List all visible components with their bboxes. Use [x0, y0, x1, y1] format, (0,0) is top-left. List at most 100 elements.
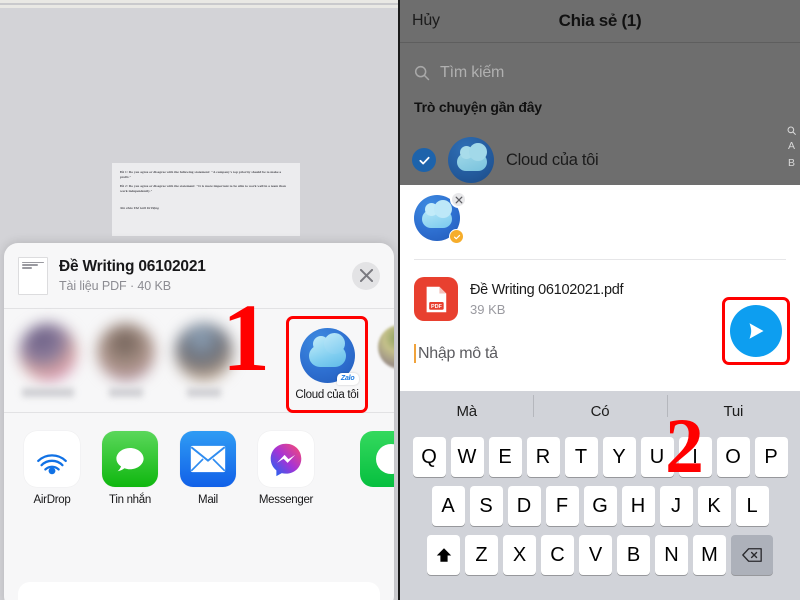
key-h[interactable]: H: [621, 486, 655, 526]
backspace-key[interactable]: [731, 535, 773, 575]
contact-item-partial[interactable]: N TO: [378, 325, 394, 402]
compose-sheet: PDF Đề Writing 06102021.pdf 39 KB Nhập m…: [400, 185, 800, 600]
file-subtitle: Tài liệu PDF · 40 KB: [59, 279, 171, 293]
app-label: Messenger: [258, 494, 314, 506]
app-item-partial[interactable]: [360, 431, 394, 487]
close-icon: [359, 269, 373, 282]
contact-label-line2: TO: [378, 390, 394, 403]
search-input[interactable]: Tìm kiếm: [414, 58, 786, 88]
share-navbar: Hủy Chia sẻ (1): [400, 0, 800, 43]
key-s[interactable]: S: [469, 486, 503, 526]
backspace-icon: [742, 548, 762, 562]
check-icon: [453, 234, 460, 239]
apps-row: AirDrop Tin nhắn Mail Messenger: [4, 413, 394, 533]
attachment-filename: Đề Writing 06102021.pdf: [470, 281, 624, 298]
share-sheet-header: Đề Writing 06102021 Tài liệu PDF · 40 KB: [4, 243, 394, 309]
app-label: Mail: [198, 494, 218, 506]
app-item-messages[interactable]: Tin nhắn: [100, 431, 160, 533]
key-j[interactable]: J: [659, 486, 693, 526]
key-z[interactable]: Z: [465, 535, 498, 575]
alpha-index-letter[interactable]: A: [788, 140, 795, 152]
key-e[interactable]: E: [488, 437, 522, 477]
send-button-circle: [730, 305, 782, 357]
key-v[interactable]: V: [579, 535, 612, 575]
page-title: Chia sẻ (1): [558, 11, 642, 30]
key-a[interactable]: A: [431, 486, 465, 526]
keyboard-rows: Q W E R T Y U I O P A S D F G H J K L Z …: [400, 432, 800, 575]
contact-item[interactable]: [94, 323, 158, 397]
key-y[interactable]: Y: [602, 437, 636, 477]
send-icon: [749, 323, 764, 339]
key-g[interactable]: G: [583, 486, 617, 526]
key-o[interactable]: O: [716, 437, 750, 477]
avatar: [448, 137, 494, 183]
recipient-chip[interactable]: [414, 191, 467, 244]
key-f[interactable]: F: [545, 486, 579, 526]
app-label: Tin nhắn: [109, 494, 151, 506]
mail-icon: [180, 431, 236, 487]
zalo-cloud-icon: Zalo: [299, 328, 359, 385]
app-item-airdrop[interactable]: AirDrop: [22, 431, 82, 533]
file-meta: Đề Writing 06102021 Tài liệu PDF · 40 KB: [59, 258, 341, 293]
remove-recipient-button[interactable]: [450, 191, 467, 208]
key-p[interactable]: P: [754, 437, 788, 477]
search-placeholder: Tìm kiếm: [440, 64, 505, 81]
close-icon: [455, 196, 462, 203]
checkbox-selected[interactable]: [412, 148, 436, 172]
description-placeholder: Nhập mô tả: [418, 344, 498, 362]
svg-text:PDF: PDF: [431, 304, 443, 310]
left-phone-panel: Đề 1: Do you agree or disagree with the …: [0, 0, 400, 600]
search-icon: [787, 126, 796, 135]
key-l[interactable]: L: [735, 486, 769, 526]
key-c[interactable]: C: [541, 535, 574, 575]
contact-name-blurred: [22, 388, 74, 397]
zalo-badge: Zalo: [336, 373, 359, 385]
contact-label-line1: N: [378, 373, 394, 386]
file-thumbnail: [18, 256, 48, 295]
status-badge-confirmed: [449, 229, 464, 244]
key-x[interactable]: X: [503, 535, 536, 575]
send-button[interactable]: [722, 297, 790, 365]
status-strip: [0, 0, 398, 8]
suggestion-item[interactable]: Mà: [400, 403, 533, 420]
key-w[interactable]: W: [450, 437, 484, 477]
key-m[interactable]: M: [693, 535, 726, 575]
text-caret: [414, 344, 416, 363]
alphabet-index[interactable]: A B: [787, 126, 796, 169]
right-phone-panel: Hủy Chia sẻ (1) Tìm kiếm Trò chuyện gần …: [400, 0, 800, 600]
key-k[interactable]: K: [697, 486, 731, 526]
document-signature: Xin chào Thế Giới Di Động: [120, 206, 159, 211]
suggestion-item[interactable]: Có: [533, 395, 666, 420]
ios-keyboard: Mà Có Tui Q W E R T Y U I O P A S D F G …: [400, 391, 800, 600]
key-q[interactable]: Q: [412, 437, 446, 477]
recent-chat-row[interactable]: Cloud của tôi: [400, 134, 800, 186]
key-r[interactable]: R: [526, 437, 560, 477]
key-t[interactable]: T: [564, 437, 598, 477]
shift-key[interactable]: [427, 535, 460, 575]
app-label: AirDrop: [33, 494, 71, 506]
document-preview: Đề 1: Do you agree or disagree with the …: [112, 163, 300, 236]
document-line: Đề 2: Do you agree or disagree with the …: [120, 183, 286, 193]
key-b[interactable]: B: [617, 535, 650, 575]
app-item-mail[interactable]: Mail: [178, 431, 238, 533]
avatar: [97, 323, 155, 381]
contacts-row: Zalo Cloud của tôi N TO: [4, 309, 394, 413]
airdrop-icon: [24, 431, 80, 487]
pdf-file-icon: PDF: [414, 277, 458, 321]
app-item-messenger[interactable]: Messenger: [256, 431, 316, 533]
contact-item[interactable]: [16, 323, 80, 397]
keyboard-row-3: Z X C V B N M: [402, 535, 798, 575]
contact-name-blurred: [187, 388, 221, 397]
keyboard-suggestions: Mà Có Tui: [400, 391, 800, 432]
key-n[interactable]: N: [655, 535, 688, 575]
key-d[interactable]: D: [507, 486, 541, 526]
close-button[interactable]: [352, 261, 380, 290]
document-line: Đề 1: Do you agree or disagree with the …: [120, 170, 282, 180]
keyboard-row-1: Q W E R T Y U I O P: [402, 437, 798, 477]
shift-icon: [436, 547, 451, 562]
cancel-button[interactable]: Hủy: [412, 12, 440, 30]
actions-card: [18, 582, 380, 600]
alpha-index-letter[interactable]: B: [788, 157, 795, 169]
share-target-cloud-cua-toi[interactable]: Zalo Cloud của tôi: [286, 316, 368, 413]
file-title: Đề Writing 06102021: [59, 258, 206, 275]
